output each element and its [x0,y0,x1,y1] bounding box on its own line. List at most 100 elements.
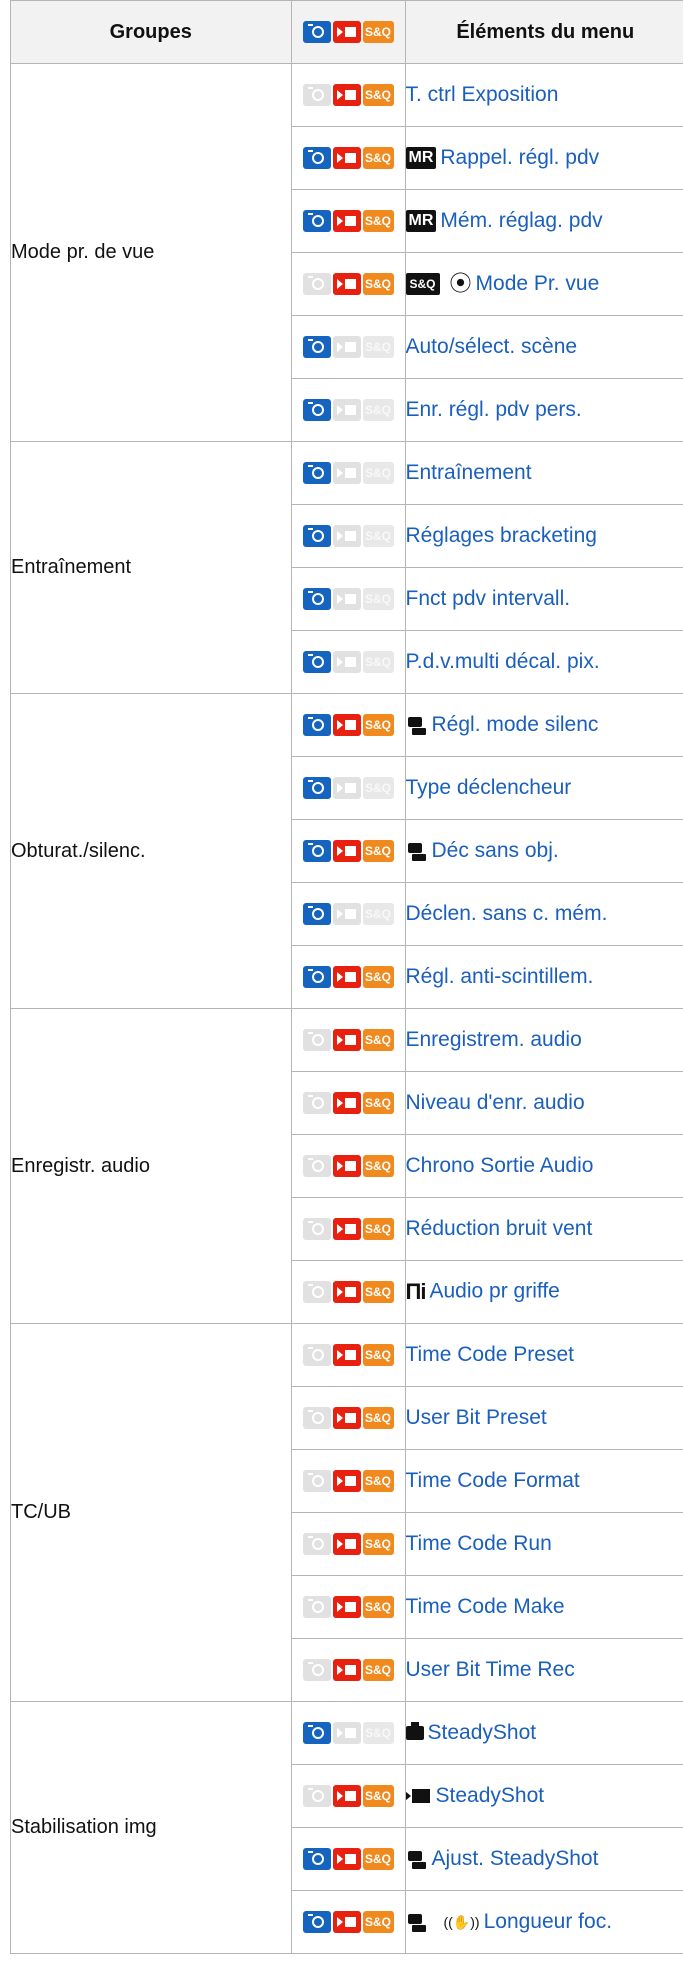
mode-icons: S&Q [290,945,406,1009]
s-and-q-icon: S&Q [362,1218,394,1240]
photo-icon [302,588,331,610]
menu-item[interactable]: Enr. régl. pdv pers. [404,378,683,442]
s-and-q-icon: S&Q [362,273,394,295]
header-row: Groupes S&Q Éléments du menu [10,0,683,64]
menu-item[interactable]: T. ctrl Exposition [404,63,683,127]
movie-camera-icon [405,1789,430,1804]
menu-item[interactable]: Chrono Sortie Audio [404,1134,683,1198]
menu-item-label[interactable]: Time Code Make [406,1595,565,1618]
menu-item[interactable]: Niveau d'enr. audio [404,1071,683,1135]
menu-item[interactable]: P.d.v.multi décal. pix. [404,630,683,694]
photo-icon [302,714,331,736]
steadyshot-hand-icon: ((✋)) [443,1913,480,1930]
menu-item-label[interactable]: User Bit Time Rec [406,1658,575,1681]
menu-item-label[interactable]: Time Code Format [406,1469,580,1492]
photo-icon [302,1659,331,1681]
group-name: Stabilisation img [10,1701,292,1954]
menu-item[interactable]: Enregistrem. audio [404,1008,683,1072]
menu-item-label[interactable]: Fnct pdv intervall. [406,587,570,610]
s-and-q-icon: S&Q [362,210,394,232]
menu-item-label[interactable]: Mode Pr. vue [476,272,600,295]
menu-item[interactable]: Régl. anti-scintillem. [404,945,683,1009]
movie-icon [332,1029,361,1051]
s-and-q-icon: S&Q [362,525,394,547]
photo-icon [302,1218,331,1240]
menu-item-label[interactable]: Type déclencheur [406,776,571,799]
s-and-q-icon: S&Q [362,84,394,106]
menu-item-label[interactable]: Chrono Sortie Audio [406,1154,593,1177]
mode-icons: S&Q [290,189,406,253]
photo-icon [302,1344,331,1366]
menu-item[interactable]: Fnct pdv intervall. [404,567,683,631]
movie-icon [332,84,361,106]
menu-item[interactable]: MR Rappel. régl. pdv [404,126,683,190]
menu-item-label[interactable]: Auto/sélect. scène [406,335,577,358]
mode-icons: S&Q [290,315,406,379]
header-modes: S&Q [290,0,406,64]
mode-icons: S&Q [290,819,406,883]
menu-item-label[interactable]: Mém. réglag. pdv [440,209,602,232]
menu-item-label[interactable]: Niveau d'enr. audio [406,1091,585,1114]
s-and-q-icon: S&Q [362,777,394,799]
menu-item[interactable]: Auto/sélect. scène [404,315,683,379]
menu-item[interactable]: Réduction bruit vent [404,1197,683,1261]
menu-item-label[interactable]: SteadyShot [428,1721,537,1744]
menu-item[interactable]: User Bit Preset [404,1386,683,1450]
menu-item-label[interactable]: Déc sans obj. [432,839,559,862]
menu-item[interactable]: Déc sans obj. [404,819,683,883]
photo-icon [302,840,331,862]
menu-item-label[interactable]: Time Code Run [406,1532,552,1555]
menu-item[interactable]: Ajust. SteadyShot [404,1827,683,1891]
menu-item-label[interactable]: Réglages bracketing [406,524,597,547]
menu-item[interactable]: Time Code Run [404,1512,683,1576]
menu-item[interactable]: MR Mém. réglag. pdv [404,189,683,253]
menu-item[interactable]: Entraînement [404,441,683,505]
menu-item-label[interactable]: T. ctrl Exposition [406,83,558,106]
menu-item-label[interactable]: Longueur foc. [484,1910,612,1933]
menu-item[interactable]: Régl. mode silenc [404,693,683,757]
menu-item-label[interactable]: Régl. anti-scintillem. [406,965,593,988]
menu-item[interactable]: Time Code Make [404,1575,683,1639]
s-and-q-icon: S&Q [362,588,394,610]
menu-item-label[interactable]: Audio pr griffe [430,1280,560,1303]
movie-icon [332,1281,361,1303]
multi-interface-shoe-icon: Πi [405,1279,427,1304]
menu-item-label[interactable]: User Bit Preset [406,1406,547,1429]
group-name: Obturat./silenc. [10,693,292,1009]
menu-item[interactable]: SteadyShot [404,1764,683,1828]
menu-item-label[interactable]: Réduction bruit vent [406,1217,592,1240]
menu-item-label[interactable]: Déclen. sans c. mém. [406,902,607,925]
table-row: Entraînement S&Q Entraînement [10,441,683,694]
movie-icon [332,147,361,169]
menu-item-label[interactable]: Enregistrem. audio [406,1028,582,1051]
menu-item[interactable]: Type déclencheur [404,756,683,820]
menu-item-label[interactable]: Entraînement [406,461,532,484]
photo-icon [302,1596,331,1618]
photo-icon [302,273,331,295]
menu-item[interactable]: Déclen. sans c. mém. [404,882,683,946]
menu-item[interactable]: SteadyShot [404,1701,683,1765]
menu-item-label[interactable]: Rappel. régl. pdv [440,146,599,169]
photo-movie-icon [406,840,428,862]
photo-icon [302,84,331,106]
menu-item-label[interactable]: Ajust. SteadyShot [432,1847,599,1870]
menu-item[interactable]: ((✋)) Longueur foc. [404,1890,683,1954]
menu-item[interactable]: Time Code Preset [404,1323,683,1387]
menu-item-label[interactable]: Enr. régl. pdv pers. [406,398,582,421]
menu-item[interactable]: Réglages bracketing [404,504,683,568]
s-and-q-icon: S&Q [362,1785,394,1807]
mode-icons: S&Q [290,1512,406,1576]
menu-item-label[interactable]: SteadyShot [436,1784,545,1807]
menu-item[interactable]: User Bit Time Rec [404,1638,683,1702]
s-and-q-icon: S&Q [362,399,394,421]
menu-item[interactable]: S&Q ⦿ Mode Pr. vue [404,252,683,316]
mode-icons: S&Q [290,1701,406,1765]
photo-icon [302,1092,331,1114]
mode-icons: S&Q [290,693,406,757]
menu-item-label[interactable]: Time Code Preset [406,1343,574,1366]
menu-item[interactable]: Πi Audio pr griffe [404,1260,683,1324]
photo-icon [302,1029,331,1051]
menu-item[interactable]: Time Code Format [404,1449,683,1513]
menu-item-label[interactable]: Régl. mode silenc [432,713,599,736]
menu-item-label[interactable]: P.d.v.multi décal. pix. [406,650,600,673]
